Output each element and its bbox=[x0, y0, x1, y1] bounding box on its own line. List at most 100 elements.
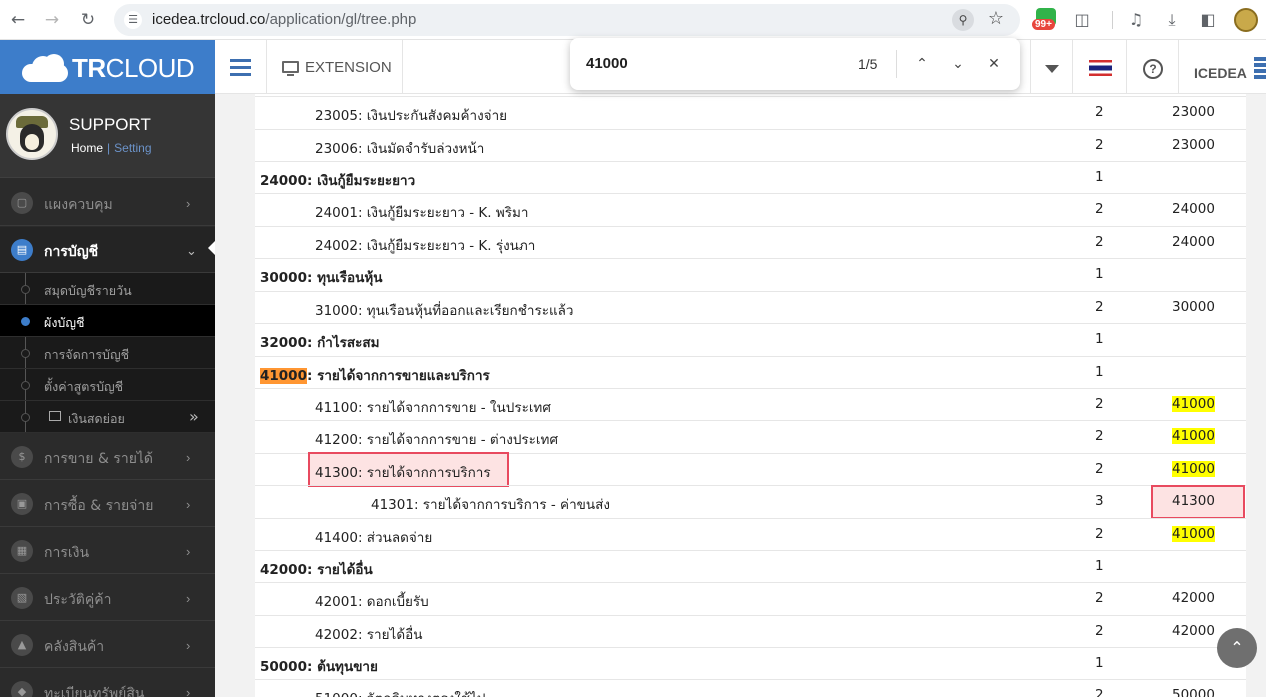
chevron-right-icon: › bbox=[186, 591, 191, 606]
sidebar-item-label: ทะเบียนทรัพย์สิน bbox=[44, 686, 145, 697]
dollar-icon: $ bbox=[11, 446, 33, 468]
table-row[interactable]: 24001: เงินกู้ยืมระยะยาว - K. พริมา 2 24… bbox=[255, 193, 1246, 225]
submenu-item-formula-settings[interactable]: ตั้งค่าสูตรบัญชี bbox=[0, 369, 215, 401]
account-level: 2 bbox=[1095, 396, 1104, 412]
find-current-match: 41000 bbox=[260, 368, 307, 384]
table-row[interactable]: 41400: ส่วนลดจ่าย 2 41000 bbox=[255, 518, 1246, 550]
account-name: 24001: เงินกู้ยืมระยะยาว - K. พริมา bbox=[315, 205, 529, 221]
contact-book-icon: ▧ bbox=[11, 587, 33, 609]
find-match-count: 1/5 bbox=[858, 56, 878, 72]
bullet-icon bbox=[21, 317, 30, 326]
table-row[interactable]: 41000: รายได้จากการขายและบริการ 1 bbox=[255, 356, 1246, 388]
submenu-label: ตั้งค่าสูตรบัญชี bbox=[44, 379, 124, 394]
chevron-right-icon: › bbox=[186, 196, 191, 211]
submenu-item-petty-cash[interactable]: เงินสดย่อย » bbox=[0, 401, 215, 433]
sidebar-item-label: การบัญชี bbox=[44, 244, 99, 260]
user-menu[interactable]: ICEDEA bbox=[1178, 40, 1266, 94]
puzzle-icon[interactable]: ◫ bbox=[1070, 8, 1094, 32]
table-row[interactable]: 41300: รายได้จากการบริการ 2 41000 bbox=[255, 452, 1246, 487]
account-level: 2 bbox=[1095, 137, 1104, 153]
account-name: 41400: ส่วนลดจ่าย bbox=[315, 530, 433, 546]
profile-avatar-icon[interactable] bbox=[1234, 8, 1258, 32]
table-row[interactable]: 41100: รายได้จากการขาย - ในประเทศ 2 4100… bbox=[255, 388, 1246, 420]
profile-links: Home | Setting bbox=[71, 141, 152, 155]
sidebar-item-contacts[interactable]: ▧ ประวัติคู่ค้า › bbox=[0, 575, 215, 621]
sidebar-item-purchase[interactable]: ▣ การซื้อ & รายจ่าย › bbox=[0, 481, 215, 527]
forward-icon[interactable]: → bbox=[40, 8, 64, 32]
find-in-page-icon[interactable]: ⚲ bbox=[952, 9, 974, 31]
browser-toolbar: ← → ↻ ☰ icedea.trcloud.co/application/gl… bbox=[0, 0, 1266, 40]
setting-link[interactable]: Setting bbox=[114, 141, 151, 155]
address-bar[interactable]: ☰ icedea.trcloud.co/application/gl/tree.… bbox=[114, 4, 1020, 36]
sidebar-item-sales[interactable]: $ การขาย & รายได้ › bbox=[0, 434, 215, 480]
table-row[interactable]: 23005: เงินประกันสังคมค้างจ่าย 2 23000 bbox=[255, 96, 1246, 128]
find-divider bbox=[896, 50, 897, 78]
account-parent: 42000 bbox=[1172, 623, 1215, 639]
submenu-label: สมุดบัญชีรายวัน bbox=[44, 283, 132, 298]
sidebar: SUPPORT Home | Setting ▢ แผงควบคุม › ▤ การ… bbox=[0, 94, 216, 697]
table-row[interactable]: 41200: รายได้จากการขาย - ต่างประเทศ 2 41… bbox=[255, 420, 1246, 452]
account-parent: 42000 bbox=[1172, 590, 1215, 606]
menu-toggle-button[interactable] bbox=[215, 40, 267, 94]
submenu-item-chart-of-accounts[interactable]: ผังบัญชี bbox=[0, 305, 215, 337]
account-parent: 41300 bbox=[1172, 493, 1215, 509]
main-content: 23005: เงินประกันสังคมค้างจ่าย 2 23000 2… bbox=[235, 94, 1266, 697]
back-icon[interactable]: ← bbox=[6, 8, 30, 32]
bullet-icon bbox=[21, 381, 30, 390]
table-row[interactable]: 30000: ทุนเรือนหุ้น 1 bbox=[255, 258, 1246, 290]
sidebar-item-inventory[interactable]: ▲ คลังสินค้า › bbox=[0, 622, 215, 668]
bookmark-star-icon[interactable]: ☆ bbox=[988, 8, 1004, 29]
table-row[interactable]: 24002: เงินกู้ยืมระยะยาว - K. รุ่งนภา 2 … bbox=[255, 226, 1246, 258]
account-level: 1 bbox=[1095, 655, 1104, 671]
table-row[interactable]: 41301: รายได้จากการบริการ - ค่าขนส่ง 3 4… bbox=[255, 485, 1246, 519]
submenu-item-account-management[interactable]: การจัดการบัญชี bbox=[0, 337, 215, 369]
submenu-label: ผังบัญชี bbox=[44, 315, 85, 330]
site-info-icon[interactable]: ☰ bbox=[124, 11, 142, 29]
url-host: icedea.trcloud.co bbox=[152, 11, 266, 28]
sidebar-item-label: คลังสินค้า bbox=[44, 639, 105, 655]
reload-icon[interactable]: ↻ bbox=[76, 8, 100, 32]
table-row[interactable]: 31000: ทุนเรือนหุ้นที่ออกและเรียกชำระแล้… bbox=[255, 291, 1246, 323]
profile-name: SUPPORT bbox=[69, 115, 151, 134]
table-row[interactable]: 32000: กำไรสะสม 1 bbox=[255, 323, 1246, 355]
table-row[interactable]: 51000: วัตถุดิบทางตรงใช้ไป 2 50000 bbox=[255, 679, 1246, 697]
accounting-submenu: สมุดบัญชีรายวัน ผังบัญชี การจัดการบัญชี … bbox=[0, 273, 215, 433]
chevron-up-icon[interactable]: ⌃ bbox=[910, 52, 934, 76]
home-link[interactable]: Home bbox=[71, 141, 103, 155]
extension-button[interactable]: EXTENSION bbox=[267, 40, 403, 94]
table-row[interactable]: 23006: เงินมัดจำรับล่วงหน้า 2 23000 bbox=[255, 129, 1246, 161]
thai-flag-icon bbox=[1089, 60, 1112, 76]
table-row[interactable]: 42000: รายได้อื่น 1 bbox=[255, 550, 1246, 582]
table-row[interactable]: 42002: รายได้อื่น 2 42000 bbox=[255, 615, 1246, 647]
url-text[interactable]: icedea.trcloud.co/application/gl/tree.ph… bbox=[152, 11, 416, 28]
scroll-to-top-button[interactable]: ⌃ bbox=[1217, 628, 1257, 668]
extension-icon[interactable]: 99+ bbox=[1032, 6, 1062, 36]
media-control-icon[interactable]: ♫ bbox=[1124, 8, 1148, 32]
monitor-icon: ▢ bbox=[11, 192, 33, 214]
close-icon[interactable]: ✕ bbox=[982, 52, 1006, 76]
language-button[interactable] bbox=[1072, 40, 1126, 94]
account-name: 24000: เงินกู้ยืมระยะยาว bbox=[260, 173, 416, 189]
dropdown-caret-icon[interactable] bbox=[1030, 40, 1072, 94]
table-row[interactable]: 24000: เงินกู้ยืมระยะยาว 1 bbox=[255, 161, 1246, 193]
book-icon: ▤ bbox=[11, 239, 33, 261]
sidebar-item-accounting[interactable]: ▤ การบัญชี ⌄ bbox=[0, 227, 215, 273]
find-bar: 41000 1/5 ⌃ ⌄ ✕ bbox=[570, 38, 1020, 90]
help-button[interactable]: ? bbox=[1126, 40, 1178, 94]
account-parent: 23000 bbox=[1172, 104, 1215, 120]
chevron-down-icon[interactable]: ⌄ bbox=[946, 52, 970, 76]
sidebar-item-label: การขาย & รายได้ bbox=[44, 451, 154, 467]
sidebar-item-finance[interactable]: ▦ การเงิน › bbox=[0, 528, 215, 574]
toolbar-divider bbox=[1112, 11, 1113, 29]
side-panel-icon[interactable]: ◧ bbox=[1196, 8, 1220, 32]
account-level: 2 bbox=[1095, 590, 1104, 606]
sidebar-item-dashboard[interactable]: ▢ แผงควบคุม › bbox=[0, 180, 215, 226]
download-icon[interactable]: ⤓ bbox=[1160, 8, 1184, 32]
sidebar-item-assets[interactable]: ◆ ทะเบียนทรัพย์สิน › bbox=[0, 669, 215, 697]
find-input[interactable]: 41000 bbox=[586, 55, 628, 72]
table-row[interactable]: 42001: ดอกเบี้ยรับ 2 42000 bbox=[255, 582, 1246, 614]
chevron-right-icon: › bbox=[186, 450, 191, 465]
trcloud-logo[interactable]: TRCLOUD bbox=[0, 40, 215, 94]
submenu-item-journal[interactable]: สมุดบัญชีรายวัน bbox=[0, 273, 215, 305]
table-row[interactable]: 50000: ต้นทุนขาย 1 bbox=[255, 647, 1246, 679]
